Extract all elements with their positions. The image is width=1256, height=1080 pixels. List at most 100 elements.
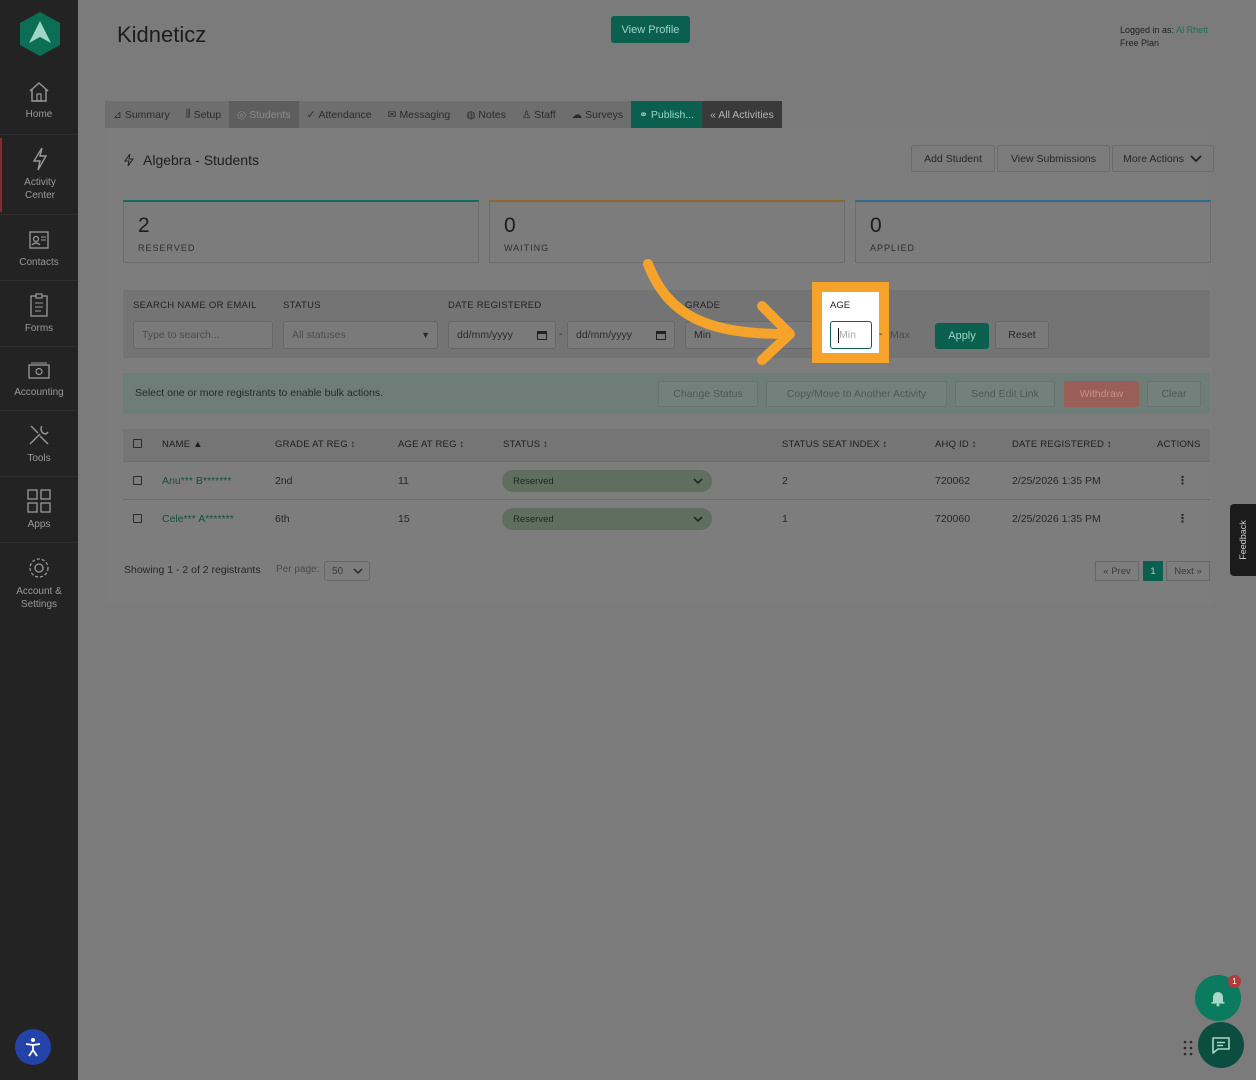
stat-reserved: 2 RESERVED — [123, 200, 479, 263]
sidebar-item-account-settings[interactable]: Account & Settings — [0, 555, 78, 611]
tab-attendance[interactable]: ✓ Attendance — [299, 101, 380, 128]
col-age[interactable]: AGE AT REG ↕ — [398, 439, 464, 450]
contacts-icon — [29, 231, 49, 249]
sidebar-item-contacts[interactable]: Contacts — [0, 228, 78, 269]
per-page-select[interactable]: 50 — [324, 561, 370, 581]
chevron-down-icon — [693, 478, 703, 485]
bell-icon — [1211, 992, 1225, 1007]
divider — [0, 280, 78, 281]
row-checkbox[interactable] — [133, 514, 142, 523]
col-grade[interactable]: GRADE AT REG ↕ — [275, 439, 356, 450]
tab-all-activities[interactable]: « All Activities — [702, 101, 782, 128]
date-to-value: dd/mm/yyyy — [576, 329, 633, 341]
stat-waiting: 0 WAITING — [489, 200, 845, 263]
sidebar-item-home[interactable]: Home — [0, 80, 78, 121]
seat-index-cell: 1 — [782, 513, 788, 525]
calendar-icon[interactable] — [537, 330, 547, 340]
sidebar-item-label: Contacts — [19, 257, 59, 268]
tab-students[interactable]: ◎ Students — [229, 101, 299, 128]
view-profile-button[interactable]: View Profile — [611, 16, 690, 43]
row-actions-menu[interactable]: ⋮ — [1177, 474, 1188, 487]
change-status-button[interactable]: Change Status — [658, 381, 758, 407]
divider — [123, 499, 1210, 500]
col-name[interactable]: NAME ▲ — [162, 439, 203, 450]
tab-messaging[interactable]: ✉ Messaging — [380, 101, 459, 128]
chat-icon — [1212, 1037, 1230, 1054]
tab-staff[interactable]: ♙ Staff — [514, 101, 564, 128]
tab-label: Setup — [193, 108, 222, 121]
sidebar-item-label: Accounting — [14, 387, 64, 398]
col-date-registered[interactable]: DATE REGISTERED ↕ — [1012, 439, 1112, 450]
date-cell: 2/25/2026 1:35 PM — [1012, 513, 1101, 525]
date-separator: - — [559, 329, 563, 340]
clear-button[interactable]: Clear — [1147, 381, 1201, 407]
stat-value: 0 — [870, 214, 882, 237]
select-all-checkbox[interactable] — [133, 439, 142, 448]
drag-handle-icon[interactable] — [1183, 1040, 1193, 1056]
apply-button[interactable]: Apply — [935, 323, 989, 349]
apps-icon — [27, 489, 51, 513]
tab-summary[interactable]: ⊿ Summary — [105, 101, 178, 128]
prev-page-button[interactable]: « Prev — [1095, 561, 1139, 581]
per-page-label: Per page: — [276, 564, 320, 575]
app-logo-icon[interactable] — [20, 12, 60, 56]
status-value: Reserved — [513, 513, 554, 525]
sidebar-item-activity-center[interactable]: Activity Center — [0, 138, 78, 212]
feedback-label: Feedback — [1238, 520, 1248, 560]
section-title: Algebra - Students — [123, 152, 259, 168]
age-min-input[interactable]: Min — [830, 321, 872, 349]
row-checkbox[interactable] — [133, 476, 142, 485]
sidebar-item-forms[interactable]: Forms — [0, 292, 78, 335]
tab-setup[interactable]: ⫼ Setup — [178, 101, 229, 128]
tab-surveys[interactable]: ☁ Surveys — [564, 101, 631, 128]
col-seat-index[interactable]: STATUS SEAT INDEX ↕ — [782, 439, 888, 450]
status-select[interactable]: All statuses ▼ — [283, 321, 438, 349]
add-student-button[interactable]: Add Student — [911, 145, 995, 172]
more-actions-button[interactable]: More Actions — [1112, 145, 1214, 172]
reset-button[interactable]: Reset — [995, 321, 1049, 349]
tools-icon — [29, 425, 49, 445]
status-dropdown[interactable]: Reserved — [502, 470, 712, 492]
students-icon: ◎ — [237, 108, 247, 121]
home-icon — [29, 82, 49, 102]
accessibility-button[interactable] — [15, 1029, 51, 1065]
stat-value: 2 — [138, 214, 150, 237]
tab-notes[interactable]: ◍ Notes — [458, 101, 514, 128]
sidebar-item-label: Home — [25, 109, 53, 120]
col-status[interactable]: STATUS ↕ — [503, 439, 548, 450]
next-page-button[interactable]: Next » — [1166, 561, 1210, 581]
chevron-down-icon — [1190, 154, 1202, 162]
setup-icon: ⫼ — [185, 108, 191, 120]
withdraw-button[interactable]: Withdraw — [1064, 381, 1139, 407]
age-cell: 11 — [398, 475, 409, 487]
sidebar-item-apps[interactable]: Apps — [0, 488, 78, 531]
divider — [0, 542, 78, 543]
row-actions-menu[interactable]: ⋮ — [1177, 512, 1188, 525]
search-input[interactable]: Type to search... — [133, 321, 273, 349]
dropdown-arrow-icon: ▼ — [421, 330, 430, 340]
ahq-id-cell: 720060 — [935, 513, 971, 525]
age-min-placeholder: Min — [839, 329, 856, 341]
send-edit-link-button[interactable]: Send Edit Link — [955, 381, 1055, 407]
age-max-input[interactable]: Max — [890, 321, 910, 349]
tab-publish[interactable]: ⚭ Publish... — [631, 101, 703, 128]
link-icon: ⚭ — [639, 108, 648, 121]
student-name-link[interactable]: Cele*** A******* — [162, 513, 234, 525]
more-actions-label: More Actions — [1123, 152, 1184, 165]
summary-icon: ⊿ — [113, 108, 122, 121]
sidebar-item-accounting[interactable]: Accounting — [0, 360, 78, 399]
current-page-button[interactable]: 1 — [1143, 561, 1163, 581]
copy-move-button[interactable]: Copy/Move to Another Activity — [766, 381, 947, 407]
sidebar-item-tools[interactable]: Tools — [0, 422, 78, 465]
chevron-down-icon — [353, 568, 363, 574]
chat-button[interactable] — [1198, 1022, 1244, 1068]
student-name-link[interactable]: Anu*** B******* — [162, 475, 231, 487]
col-ahq-id[interactable]: AHQ ID ↕ — [935, 439, 977, 450]
view-submissions-button[interactable]: View Submissions — [997, 145, 1110, 172]
feedback-tab[interactable]: Feedback — [1230, 504, 1256, 576]
sidebar-item-label: Apps — [27, 519, 51, 530]
date-cell: 2/25/2026 1:35 PM — [1012, 475, 1101, 487]
status-dropdown[interactable]: Reserved — [502, 508, 712, 530]
user-name-link[interactable]: Al Rhett — [1176, 25, 1208, 35]
date-from-input[interactable]: dd/mm/yyyy — [448, 321, 556, 349]
